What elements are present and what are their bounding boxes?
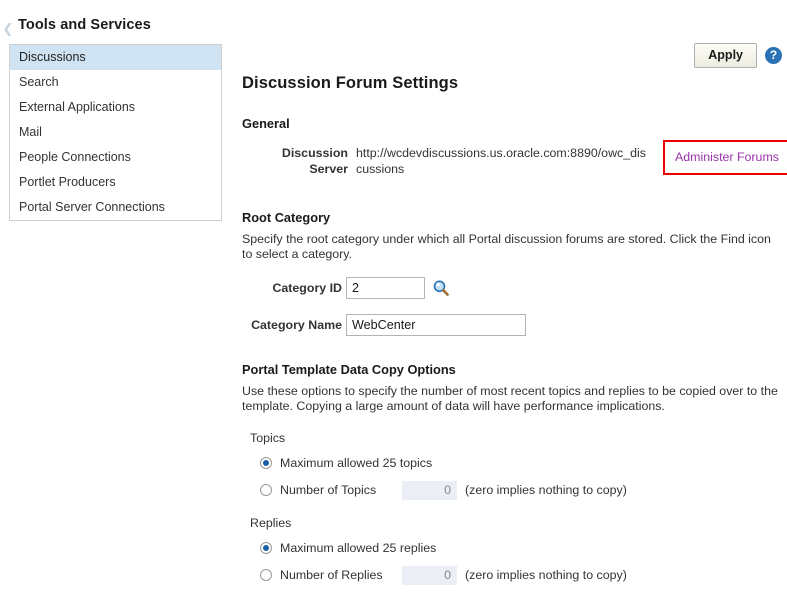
help-circle-icon[interactable]: ? (765, 47, 782, 64)
sidebar-item-label: Mail (19, 125, 42, 139)
tools-and-services-nav: Discussions Search External Applications… (9, 44, 222, 221)
replies-number-input[interactable] (402, 565, 457, 585)
category-id-input[interactable] (346, 277, 425, 299)
category-name-label: Category Name (251, 318, 342, 332)
sidebar-item-label: Discussions (19, 50, 86, 64)
sidebar-item-mail[interactable]: Mail (10, 120, 221, 145)
radio-topics-max-allowed[interactable] (260, 457, 272, 469)
sidebar-item-discussions[interactable]: Discussions (10, 45, 221, 70)
replies-group-label: Replies (250, 516, 292, 530)
topics-group-label: Topics (250, 431, 286, 445)
topics-number-input[interactable] (402, 480, 457, 500)
root-category-heading: Root Category (242, 210, 331, 225)
replies-number-hint: (zero implies nothing to copy) (465, 568, 627, 582)
sidebar-item-label: Portlet Producers (19, 175, 116, 189)
radio-replies-number[interactable] (260, 569, 272, 581)
sidebar-item-label: Portal Server Connections (19, 200, 165, 214)
category-name-row: Category Name (242, 314, 782, 338)
replies-max-allowed-label[interactable]: Maximum allowed 25 replies (280, 541, 436, 555)
radio-replies-max-allowed[interactable] (260, 542, 272, 554)
sidebar-item-external-applications[interactable]: External Applications (10, 95, 221, 120)
sidebar-item-search[interactable]: Search (10, 70, 221, 95)
topics-max-allowed-label[interactable]: Maximum allowed 25 topics (280, 456, 432, 470)
administer-forums-link[interactable]: Administer Forums (675, 150, 779, 164)
topics-number-row[interactable]: Number of Topics (zero implies nothing t… (260, 480, 782, 500)
topics-number-hint: (zero implies nothing to copy) (465, 483, 627, 497)
copy-options-description: Use these options to specify the number … (242, 384, 778, 413)
chevron-left-icon[interactable]: ❮ (2, 21, 14, 37)
general-heading: General (242, 116, 290, 131)
settings-content: Discussion Forum Settings General Discus… (242, 74, 787, 585)
discussion-server-row: Discussion Server http://wcdevdiscussion… (242, 140, 787, 187)
sidebar-item-portlet-producers[interactable]: Portlet Producers (10, 170, 221, 195)
category-name-input[interactable] (346, 314, 526, 336)
replies-number-row[interactable]: Number of Replies (zero implies nothing … (260, 565, 782, 585)
discussion-server-label: Discussion Server (281, 146, 348, 176)
page-title: Tools and Services (18, 17, 151, 33)
replies-max-allowed-row[interactable]: Maximum allowed 25 replies (260, 539, 782, 557)
category-id-label: Category ID (272, 281, 342, 295)
sidebar-item-portal-server-connections[interactable]: Portal Server Connections (10, 195, 221, 220)
category-id-row: Category ID (242, 277, 782, 301)
replies-number-label[interactable]: Number of Replies (280, 568, 393, 582)
action-bar: Apply ? (694, 43, 782, 68)
sidebar-item-label: External Applications (19, 100, 136, 114)
topics-max-allowed-row[interactable]: Maximum allowed 25 topics (260, 454, 782, 472)
topics-number-label[interactable]: Number of Topics (280, 483, 393, 497)
administer-forums-highlight: Administer Forums (663, 140, 787, 175)
magnifier-icon[interactable] (432, 279, 450, 297)
copy-options-heading: Portal Template Data Copy Options (242, 362, 456, 377)
sidebar-item-people-connections[interactable]: People Connections (10, 145, 221, 170)
root-category-description: Specify the root category under which al… (242, 232, 771, 261)
page-heading: Discussion Forum Settings (242, 74, 459, 92)
apply-button[interactable]: Apply (694, 43, 757, 68)
page-header: ❮ Tools and Services (0, 17, 787, 41)
discussion-server-value: http://wcdevdiscussions.us.oracle.com:88… (356, 146, 646, 176)
sidebar-item-label: Search (19, 75, 59, 89)
sidebar-item-label: People Connections (19, 150, 131, 164)
radio-topics-number[interactable] (260, 484, 272, 496)
